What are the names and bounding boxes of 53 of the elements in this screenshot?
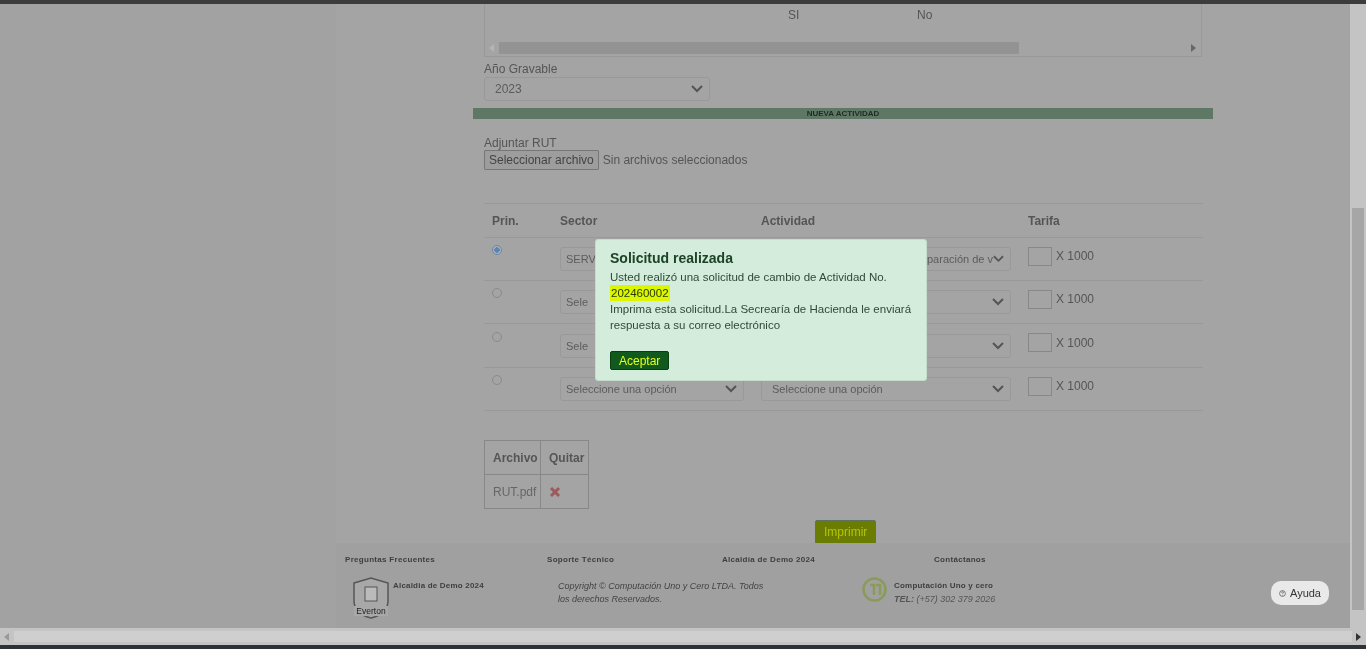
field-label: Año Gravable: [484, 62, 558, 76]
column-header: Sector: [560, 213, 599, 228]
column-header: Archivo: [485, 441, 541, 475]
crest-logo: Everton: [350, 577, 392, 619]
footer-heading: Contáctanos: [934, 555, 987, 564]
footer-heading: Soporte Técnico: [547, 555, 616, 564]
column-header: SI: [788, 8, 800, 22]
unit-label: X 1000: [1056, 379, 1095, 393]
chevron-down-icon: [993, 255, 1004, 263]
rate-input[interactable]: [1028, 333, 1052, 352]
footer-heading: Alcaldía de Demo 2024: [722, 555, 816, 564]
column-header: No: [917, 8, 933, 22]
dialog-text: Imprima esta solicitud.La Secrearía de Hacienda le enviará respuesta a su correo electrónico: [610, 302, 912, 333]
column-header: Tarifa: [1028, 213, 1061, 228]
year-select[interactable]: 2023: [484, 77, 710, 101]
accept-button[interactable]: Aceptar: [610, 351, 670, 370]
company-name: Computación Uno y cero: [894, 581, 995, 590]
scroll-left-icon[interactable]: [4, 632, 10, 641]
rate-input[interactable]: [1028, 246, 1052, 266]
help-button[interactable]: Ayuda: [1271, 581, 1329, 605]
column-header: Actividad: [761, 213, 816, 228]
org-name: Alcaldia de Demo 2024: [393, 581, 485, 590]
chevron-down-icon: [992, 341, 1004, 350]
table-cell: RUT.pdf: [485, 475, 541, 508]
copyright-text: Copyright © Computación Uno y Cero LTDA. Todos los derechos Reservados.: [558, 580, 765, 606]
choose-file-button[interactable]: Seleccionar archivo: [484, 150, 599, 170]
rate-input[interactable]: [1028, 376, 1052, 396]
column-header: Quitar: [541, 441, 589, 475]
help-icon: [1279, 587, 1286, 599]
file-status: Sin archivos seleccionados: [602, 153, 748, 167]
unit-label: X 1000: [1056, 292, 1095, 306]
unit-label: X 1000: [1056, 335, 1095, 350]
unit-label: X 1000: [1056, 249, 1095, 263]
dialog-title: Solicitud realizada: [610, 250, 733, 266]
phone-text: TEL: (+57) 302 379 2026: [894, 594, 997, 604]
vertical-scrollbar[interactable]: [1350, 4, 1366, 628]
column-header: Prin.: [492, 213, 520, 228]
chevron-down-icon: [992, 298, 1004, 306]
scroll-right-icon[interactable]: [1356, 632, 1362, 641]
field-label: Adjuntar RUT: [484, 136, 557, 150]
chevron-down-icon: [691, 85, 703, 93]
rate-input[interactable]: [1028, 289, 1052, 309]
footer-heading: Preguntas Frecuentes: [345, 555, 437, 564]
chevron-down-icon: [992, 385, 1004, 393]
company-logo: [862, 577, 887, 602]
chevron-down-icon: [725, 385, 737, 393]
horizontal-scrollbar[interactable]: [0, 628, 1366, 645]
dialog-text: Usted realizó una solicitud de cambio de Actividad No.: [610, 270, 887, 285]
request-number: 202460002: [610, 285, 670, 301]
section-bar: NUEVA ACTIVIDAD: [473, 108, 1213, 119]
print-button[interactable]: Imprimir: [815, 520, 877, 544]
remove-icon[interactable]: [549, 485, 561, 498]
radio-button[interactable]: [492, 245, 502, 255]
